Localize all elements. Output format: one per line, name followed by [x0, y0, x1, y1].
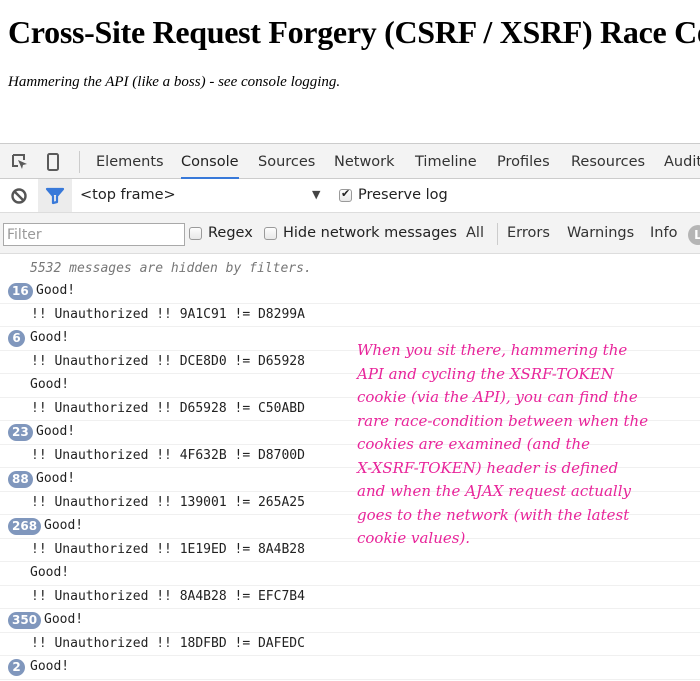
console-filterbar: Regex Hide network messages All Errors W… — [0, 213, 700, 254]
tab-audits[interactable]: Audits — [664, 144, 700, 179]
repeat-count-badge: 23 — [8, 424, 33, 441]
dropdown-arrow-icon: ▼ — [312, 188, 321, 201]
console-message-text: !! Unauthorized !! D65928 != C50ABD — [31, 400, 305, 416]
console-message-text: Good! — [30, 565, 70, 580]
tab-console[interactable]: Console — [181, 144, 239, 179]
inspect-element-icon[interactable] — [11, 153, 29, 171]
regex-label: Regex — [208, 225, 253, 241]
repeat-count-badge: 350 — [8, 612, 42, 629]
repeat-count-badge: 88 — [8, 471, 33, 488]
level-separator — [497, 223, 498, 245]
hide-network-checkbox[interactable] — [264, 227, 277, 240]
level-all[interactable]: All — [466, 225, 484, 241]
console-message-text: Good! — [44, 518, 84, 533]
console-message: !! Unauthorized !! 9A1C91 != D8299A — [0, 304, 700, 327]
preserve-log-checkbox[interactable] — [339, 187, 352, 202]
hidden-messages-notice: 5532 messages are hidden by filters. — [30, 261, 312, 276]
console-framebar: <top frame> ▼ Preserve log — [0, 179, 700, 213]
annotation-line: X-XSRF-TOKEN) header is defined — [357, 458, 619, 477]
console-message: 350 Good! — [0, 609, 700, 633]
console-message-text: !! Unauthorized !! DCE8D0 != D65928 — [31, 353, 305, 369]
console-message-text: !! Unauthorized !! 18DFBD != DAFEDC — [31, 635, 305, 651]
console-message-text: Good! — [36, 283, 76, 298]
tab-timeline[interactable]: Timeline — [415, 144, 477, 179]
console-message-text: Good! — [44, 612, 84, 627]
tab-network[interactable]: Network — [334, 144, 395, 179]
console-message-text: Good! — [36, 424, 76, 439]
annotation-line: cookie values). — [357, 529, 471, 547]
console-message-text: Good! — [30, 377, 70, 392]
page-title: Cross-Site Request Forgery (CSRF / XSRF)… — [8, 14, 700, 50]
level-info[interactable]: Info — [650, 225, 677, 241]
tab-sources[interactable]: Sources — [258, 144, 315, 179]
tab-resources[interactable]: Resources — [571, 144, 645, 179]
console-message: 16 Good! — [0, 280, 700, 304]
console-message-text: !! Unauthorized !! 9A1C91 != D8299A — [31, 306, 305, 322]
console-message-text: !! Unauthorized !! 1E19ED != 8A4B28 — [31, 541, 305, 557]
tabbar-separator — [79, 151, 80, 173]
console-message-text: !! Unauthorized !! 4F632B != D8700D — [31, 447, 305, 463]
annotation-line: When you sit there, hammering the — [357, 341, 628, 359]
annotation-line: cookie (via the API), you can find the — [357, 388, 638, 406]
console-message-text: Good! — [36, 471, 76, 486]
console-message: !! Unauthorized !! 18DFBD != DAFEDC — [0, 633, 700, 656]
console-message: 2 Good! — [0, 656, 700, 680]
level-logs[interactable]: L — [688, 225, 700, 245]
annotation-line: cookies are examined (and the — [357, 435, 591, 453]
filter-input[interactable] — [3, 223, 185, 246]
repeat-count-badge: 2 — [8, 659, 25, 676]
console-message: !! Unauthorized !! 8A4B28 != EFC7B4 — [0, 586, 700, 609]
console-message-text: Good! — [30, 330, 70, 345]
annotation-line: rare race-condition between when the — [357, 411, 649, 430]
annotation-line: and when the AJAX request actually — [357, 482, 631, 500]
page-subtitle: Hammering the API (like a boss) - see co… — [8, 74, 341, 90]
frame-selector-value: <top frame> — [80, 187, 176, 203]
frame-selector[interactable]: <top frame> ▼ — [72, 179, 332, 212]
tab-profiles[interactable]: Profiles — [497, 144, 550, 179]
hide-network-label: Hide network messages — [283, 225, 457, 241]
level-errors[interactable]: Errors — [507, 225, 550, 241]
device-mode-icon[interactable] — [46, 153, 64, 171]
repeat-count-badge: 268 — [8, 518, 42, 535]
console-message: Good! — [0, 562, 700, 586]
filter-icon — [45, 187, 65, 205]
annotation-line: API and cycling the XSRF-TOKEN — [357, 364, 614, 383]
level-warnings[interactable]: Warnings — [567, 225, 634, 241]
clear-console-button[interactable] — [0, 179, 38, 212]
regex-checkbox[interactable] — [189, 227, 202, 240]
annotation-line: goes to the network (with the latest — [357, 505, 630, 524]
handwritten-annotation: When you sit there, hammering the API and… — [357, 339, 700, 551]
console-message-text: !! Unauthorized !! 139001 != 265A25 — [31, 494, 305, 510]
repeat-count-badge: 6 — [8, 330, 25, 347]
preserve-log-label: Preserve log — [358, 187, 448, 203]
console-message-text: !! Unauthorized !! 8A4B28 != EFC7B4 — [31, 588, 305, 604]
devtools-tabbar: Elements Console Sources Network Timeline Pro… — [0, 144, 700, 179]
filter-toggle-button[interactable] — [38, 179, 72, 212]
clear-console-icon — [11, 188, 27, 204]
tab-elements[interactable]: Elements — [96, 144, 164, 179]
console-message-text: Good! — [30, 659, 70, 674]
repeat-count-badge: 16 — [8, 283, 33, 300]
